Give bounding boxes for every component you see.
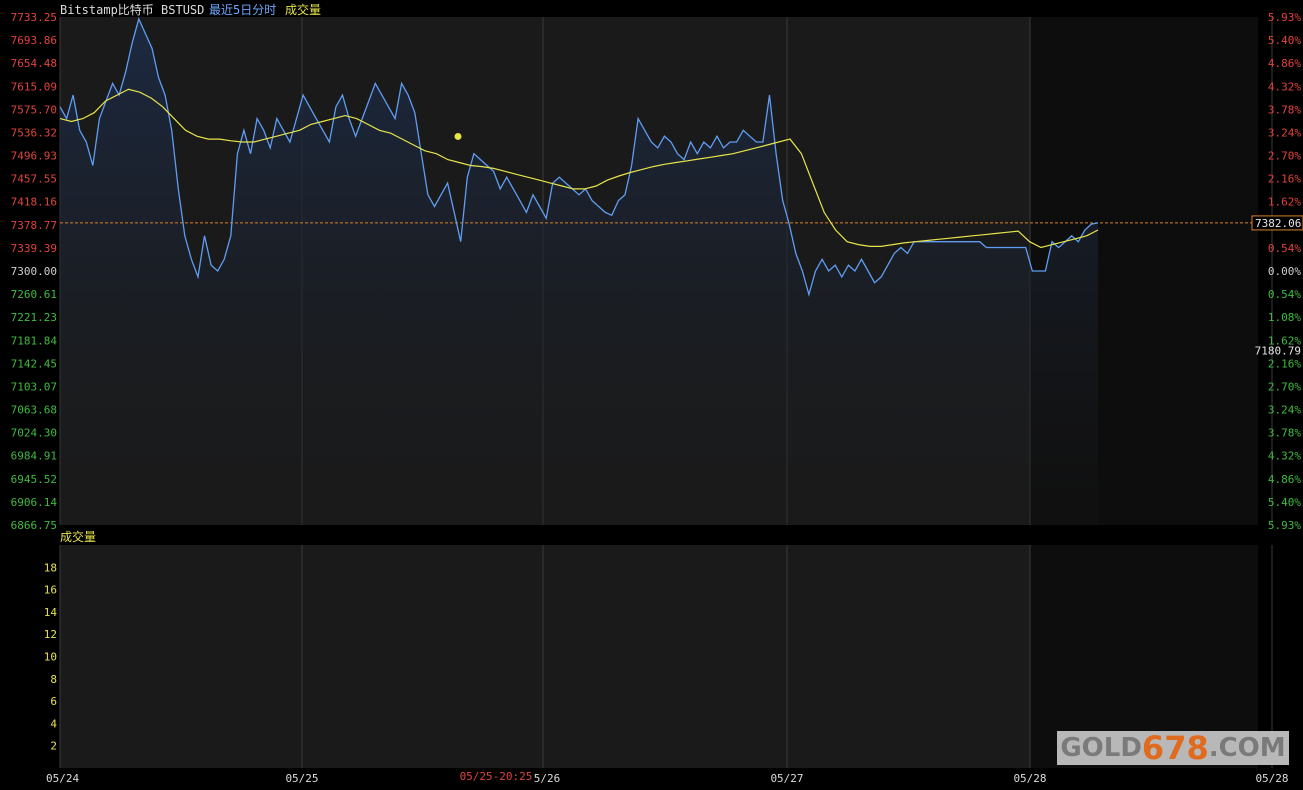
- y-axis-tick-label: 7221.23: [11, 311, 57, 324]
- y-axis-tick-label: 7063.68: [11, 404, 57, 417]
- chart-stage: 7733.25 7693.86 7654.48 7615.09 7575.70 7536.…: [0, 0, 1303, 786]
- y-axis-tick-label: 7615.09: [11, 80, 57, 93]
- percent-axis-tick-label: 1.62%: [1268, 196, 1301, 209]
- y-axis-tick-label: 7733.25: [11, 11, 57, 24]
- y-axis-tick-label: 7024.30: [11, 427, 57, 440]
- y-axis-tick-label: 7536.32: [11, 126, 57, 139]
- y-axis-tick-label: 7693.86: [11, 34, 57, 47]
- percent-axis-tick-label: 1.08%: [1268, 311, 1301, 324]
- y-axis-tick-label: 7575.70: [11, 103, 57, 116]
- volume-axis-tick-label: 14: [44, 606, 58, 619]
- percent-axis-tick-label: 0.54%: [1268, 288, 1301, 301]
- chart-period-title: 最近5日分时: [209, 3, 277, 17]
- chart-symbol-title: Bitstamp比特币 BSTUSD: [60, 3, 205, 17]
- percent-axis-tick-label: 3.24%: [1268, 404, 1301, 417]
- watermark-text-a: GOLD: [1060, 733, 1142, 763]
- x-axis-tick-label: 05/28: [1013, 772, 1046, 785]
- current-price-tag: 7382.06: [1255, 217, 1301, 230]
- volume-axis-tick-label: 12: [44, 628, 57, 641]
- percent-axis-tick-label: 0.54%: [1268, 242, 1301, 255]
- percent-axis-tick-label: 4.32%: [1268, 450, 1301, 463]
- x-axis-tick-label: 05/24: [46, 772, 79, 785]
- y-axis-tick-label: 6984.91: [11, 450, 57, 463]
- y-axis-tick-label: 7496.93: [11, 150, 57, 163]
- percent-axis-tick-label: 3.24%: [1268, 126, 1301, 139]
- y-axis-tick-label: 7339.39: [11, 242, 57, 255]
- y-axis-tick-label: 6906.14: [11, 496, 58, 509]
- percent-axis-tick-label: 2.16%: [1268, 357, 1301, 370]
- percent-axis-tick-label: 5.93%: [1268, 519, 1301, 532]
- x-axis-tick-label: 05/27: [770, 772, 803, 785]
- price-chart-svg[interactable]: 7733.25 7693.86 7654.48 7615.09 7575.70 7536.…: [0, 0, 1303, 786]
- cursor-marker-dot: [454, 132, 462, 140]
- y-axis-tick-label: 7260.61: [11, 288, 57, 301]
- watermark-logo: GOLD 678 .COM: [1057, 729, 1289, 767]
- percent-axis-tick-label: 2.70%: [1268, 380, 1301, 393]
- x-axis-tick-label: 05/25: [285, 772, 318, 785]
- percent-axis-tick-label: 5.40%: [1268, 34, 1301, 47]
- cursor-time-label: 05/25-20:25: [460, 770, 533, 783]
- x-axis-tick-label: 5/26: [534, 772, 561, 785]
- chart-indicator-title: 成交量: [285, 3, 322, 17]
- volume-panel-bg: [60, 545, 1030, 768]
- watermark-text-c: .COM: [1208, 733, 1286, 763]
- volume-panel-title: 成交量: [60, 530, 97, 544]
- percent-axis-tick-label: 3.78%: [1268, 103, 1301, 116]
- y-axis-tick-label: 7654.48: [11, 57, 57, 70]
- percent-axis-tick-label: 4.32%: [1268, 80, 1301, 93]
- y-axis-tick-label: 7142.45: [11, 357, 57, 370]
- volume-axis-tick-label: 8: [50, 673, 57, 686]
- percent-axis-tick-label: 3.78%: [1268, 427, 1301, 440]
- watermark-text-b: 678: [1141, 729, 1209, 767]
- percent-axis-tick-label: 5.93%: [1268, 11, 1301, 24]
- y-axis-tick-label: 7103.07: [11, 380, 57, 393]
- y-axis-tick-label: 7300.00: [11, 265, 57, 278]
- volume-axis-tick-label: 2: [50, 740, 57, 753]
- x-axis-tick-label: 05/28: [1255, 772, 1288, 785]
- y-axis-tick-label: 6866.75: [11, 519, 57, 532]
- percent-axis-tick-label: 2.16%: [1268, 173, 1301, 186]
- percent-axis-tick-label: 4.86%: [1268, 57, 1301, 70]
- y-axis-tick-label: 7181.84: [11, 334, 58, 347]
- percent-axis-tick-label: 0.00%: [1268, 265, 1301, 278]
- percent-axis-tick-label: 5.40%: [1268, 496, 1301, 509]
- volume-axis-tick-label: 10: [44, 651, 57, 664]
- volume-axis-tick-label: 18: [44, 561, 57, 574]
- volume-axis-tick-label: 16: [44, 584, 57, 597]
- y-axis-tick-label: 7457.55: [11, 173, 57, 186]
- y-axis-tick-label: 7378.77: [11, 219, 57, 232]
- percent-axis-tick-label: 2.70%: [1268, 150, 1301, 163]
- y-axis-tick-label: 7418.16: [11, 196, 57, 209]
- volume-axis-tick-label: 4: [50, 717, 57, 730]
- percent-axis-tick-label: 4.86%: [1268, 473, 1301, 486]
- volume-axis-tick-label: 6: [50, 695, 57, 708]
- cursor-price-label: 7180.79: [1255, 344, 1301, 357]
- y-axis-tick-label: 6945.52: [11, 473, 57, 486]
